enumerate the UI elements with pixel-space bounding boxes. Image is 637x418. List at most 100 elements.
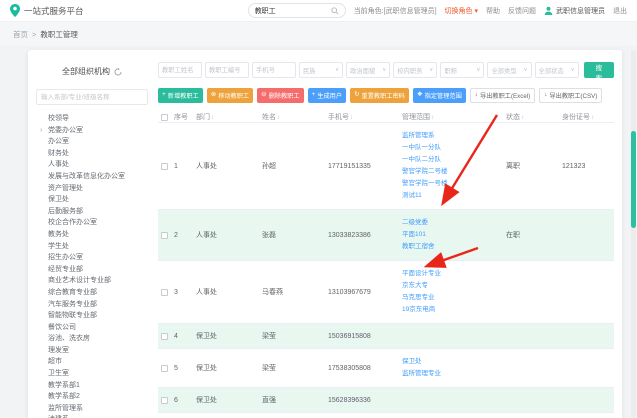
filter-select-label: 校内职务 bbox=[397, 66, 422, 75]
row-checkbox[interactable] bbox=[161, 333, 168, 340]
column-header[interactable]: 身份证号↕ bbox=[562, 112, 612, 122]
scope-link[interactable]: 测试11 bbox=[402, 190, 506, 202]
column-header-label: 部门 bbox=[196, 114, 210, 121]
scope-link[interactable]: 教职工宿舍 bbox=[402, 241, 506, 253]
help-link[interactable]: 帮助 bbox=[486, 6, 500, 16]
scope-link[interactable]: 监所管理系 bbox=[402, 130, 506, 142]
cell-name: 张磊 bbox=[262, 230, 328, 240]
scope-link[interactable]: 二级党委 bbox=[402, 217, 506, 229]
scope-link[interactable]: 一中队二分队 bbox=[402, 154, 506, 166]
org-tree-item[interactable]: 教学系部2 bbox=[48, 391, 148, 403]
scope-link[interactable]: 京东大专 bbox=[402, 280, 506, 292]
switch-role-button[interactable]: 切换角色 ▾ bbox=[445, 6, 478, 16]
delete-staff-button[interactable]: ⊖删除教职工 bbox=[257, 88, 303, 103]
search-button[interactable]: 搜索 bbox=[584, 62, 614, 78]
org-tree-item[interactable]: 教务处 bbox=[48, 229, 148, 241]
scope-link[interactable]: 19京东电商 bbox=[402, 304, 506, 316]
row-checkbox[interactable] bbox=[161, 232, 168, 239]
org-tree-item-label: 招生办公室 bbox=[48, 254, 83, 261]
filter-select[interactable]: 全部类型∨ bbox=[487, 62, 531, 78]
org-tree-item[interactable]: 学生处 bbox=[48, 241, 148, 253]
column-header: 序号 bbox=[174, 112, 196, 122]
filter-input[interactable] bbox=[205, 62, 249, 78]
org-tree-item[interactable]: 校企合作办公室 bbox=[48, 217, 148, 229]
org-tree-item[interactable]: 招生办公室 bbox=[48, 252, 148, 264]
scope-link[interactable]: 马克思专业 bbox=[402, 292, 506, 304]
org-tree-item[interactable]: 浴池、洗衣房 bbox=[48, 333, 148, 345]
org-tree-item[interactable]: 餐饮公司 bbox=[48, 322, 148, 334]
breadcrumb-home[interactable]: 首页 bbox=[13, 29, 28, 40]
filter-select[interactable]: 校内职务∨ bbox=[393, 62, 437, 78]
sort-icon[interactable]: ↕ bbox=[277, 115, 280, 121]
logout-link[interactable]: 退出 bbox=[613, 6, 627, 16]
org-tree-item[interactable]: 超市 bbox=[48, 356, 148, 368]
row-checkbox[interactable] bbox=[161, 397, 168, 404]
org-tree-item[interactable]: 理发室 bbox=[48, 345, 148, 357]
filter-select[interactable]: 民族∨ bbox=[299, 62, 343, 78]
column-header[interactable]: 管理范围↕ bbox=[402, 112, 506, 122]
org-tree-item[interactable]: 资产管理处 bbox=[48, 183, 148, 195]
org-tree-item[interactable]: 监所管理系 bbox=[48, 403, 148, 415]
filter-input[interactable] bbox=[158, 62, 202, 78]
export-excel-button[interactable]: ↓导出教职工(Excel) bbox=[470, 88, 535, 103]
global-search-input[interactable]: 教职工 bbox=[248, 3, 346, 18]
org-tree-item[interactable]: 财务处 bbox=[48, 148, 148, 160]
org-tree-item[interactable]: 人事处 bbox=[48, 159, 148, 171]
filter-select[interactable]: 全部状态∨ bbox=[535, 62, 579, 78]
scope-link[interactable]: 保卫处 bbox=[402, 356, 506, 368]
org-tree-item[interactable]: 汽车服务专业部 bbox=[48, 299, 148, 311]
sort-icon[interactable]: ↕ bbox=[521, 115, 524, 121]
export-csv-button[interactable]: ↓导出教职工(CSV) bbox=[539, 88, 602, 103]
search-icon[interactable] bbox=[331, 7, 339, 15]
scope-link[interactable]: 平面设计专业 bbox=[402, 268, 506, 280]
org-tree-item-label: 卫生室 bbox=[48, 370, 69, 377]
org-search-input[interactable] bbox=[36, 89, 148, 105]
scope-link[interactable]: 监所管理专业 bbox=[402, 368, 506, 380]
scope-link[interactable]: 平面101 bbox=[402, 229, 506, 241]
scope-link[interactable]: 一中队一分队 bbox=[402, 142, 506, 154]
org-tree-item[interactable]: 涉建系 bbox=[48, 414, 148, 418]
column-header[interactable]: 姓名↕ bbox=[262, 112, 328, 122]
org-tree-item[interactable]: 智能物联专业部 bbox=[48, 310, 148, 322]
org-tree-item[interactable]: 后勤服务部 bbox=[48, 206, 148, 218]
filter-select[interactable]: 职称∨ bbox=[440, 62, 484, 78]
sort-icon[interactable]: ↕ bbox=[350, 115, 353, 121]
reset-password-button[interactable]: ↻重置教职工密码 bbox=[350, 88, 409, 103]
org-tree-item[interactable]: 商业艺术设计专业部 bbox=[48, 275, 148, 287]
feedback-link[interactable]: 反馈问题 bbox=[508, 6, 536, 16]
org-tree-item[interactable]: 发展与改革信息化办公室 bbox=[48, 171, 148, 183]
column-header[interactable]: 部门↕ bbox=[196, 112, 262, 122]
scope-link[interactable]: 警官学院二号楼 bbox=[402, 166, 506, 178]
org-tree-item[interactable]: ›党委办公室 bbox=[48, 125, 148, 137]
org-tree-item[interactable]: 教学系部1 bbox=[48, 380, 148, 392]
user-menu[interactable]: 武职信息管理员 bbox=[544, 6, 605, 16]
row-checkbox[interactable] bbox=[161, 163, 168, 170]
org-tree-item[interactable]: 综合教育专业部 bbox=[48, 287, 148, 299]
add-staff-button[interactable]: +新增教职工 bbox=[158, 88, 203, 103]
sort-icon[interactable]: ↕ bbox=[211, 115, 214, 121]
cell-name: 孙超 bbox=[262, 161, 328, 171]
sort-icon[interactable]: ↕ bbox=[591, 115, 594, 121]
scrollbar-track[interactable] bbox=[631, 50, 636, 418]
scrollbar-thumb[interactable] bbox=[631, 131, 636, 228]
assign-scope-button[interactable]: ❖指定管理范围 bbox=[413, 88, 466, 103]
org-tree-item[interactable]: 卫生室 bbox=[48, 368, 148, 380]
org-tree-item[interactable]: 经贸专业部 bbox=[48, 264, 148, 276]
filter-input[interactable] bbox=[252, 62, 296, 78]
generate-user-button[interactable]: +生成用户 bbox=[308, 88, 347, 103]
sort-icon[interactable]: ↕ bbox=[431, 115, 434, 121]
cell-status: 离职 bbox=[506, 161, 562, 171]
move-staff-button[interactable]: ⊗移动教职工 bbox=[207, 88, 253, 103]
org-tree-item[interactable]: 校领导 bbox=[48, 113, 148, 125]
row-checkbox[interactable] bbox=[161, 365, 168, 372]
org-tree-item-label: 教务处 bbox=[48, 231, 69, 238]
org-tree-item[interactable]: 办公室 bbox=[48, 136, 148, 148]
column-header[interactable]: 状态↕ bbox=[506, 112, 562, 122]
filter-select[interactable]: 政治面貌∨ bbox=[346, 62, 390, 78]
row-checkbox[interactable] bbox=[161, 289, 168, 296]
refresh-icon[interactable] bbox=[114, 68, 122, 76]
select-all-checkbox[interactable] bbox=[161, 114, 168, 121]
scope-link[interactable]: 警官学院一号楼 bbox=[402, 178, 506, 190]
column-header[interactable]: 手机号↕ bbox=[328, 112, 402, 122]
org-tree-item[interactable]: 保卫处 bbox=[48, 194, 148, 206]
